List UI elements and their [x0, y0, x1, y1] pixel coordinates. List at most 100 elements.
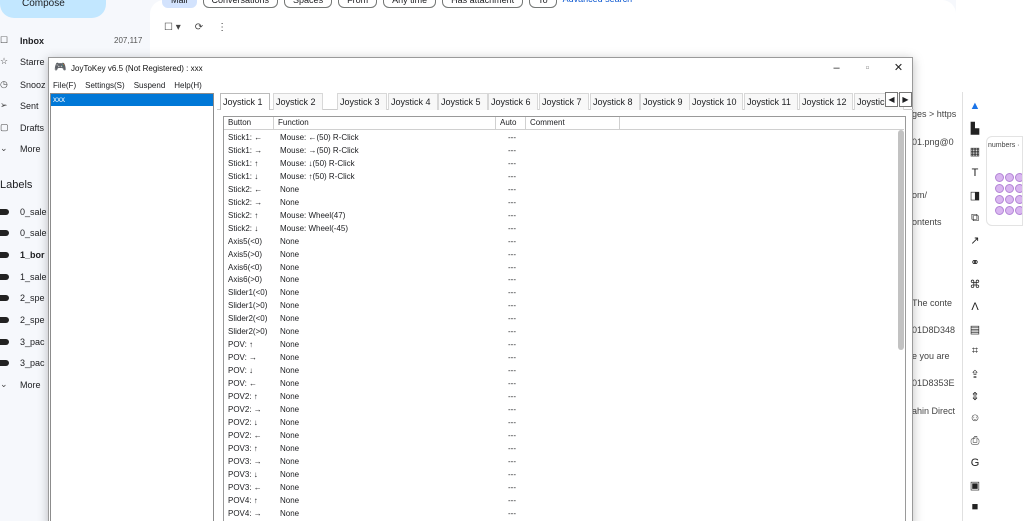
- email-snippet[interactable]: ontents: [912, 217, 956, 227]
- email-snippet[interactable]: The conte: [912, 298, 956, 308]
- table-row[interactable]: POV4: ↑ None ---: [224, 494, 896, 507]
- frame-icon[interactable]: ⌗: [963, 345, 987, 363]
- tab-joystick-4[interactable]: Joystick 4: [388, 93, 438, 110]
- column-header[interactable]: Comment: [526, 117, 620, 130]
- table-row[interactable]: POV2: → None ---: [224, 403, 896, 416]
- stamp-icon[interactable]: ⎙: [963, 435, 987, 453]
- table-row[interactable]: Slider1(<0) None ---: [224, 286, 896, 299]
- compose-button[interactable]: Compose: [0, 0, 106, 18]
- google-icon[interactable]: G: [963, 457, 987, 475]
- table-row[interactable]: Stick2: → None ---: [224, 196, 896, 209]
- table-row[interactable]: Axis6(<0) None ---: [224, 261, 896, 274]
- tab-joystick-5[interactable]: Joystick 5: [438, 93, 488, 110]
- tab-scroll-right-icon[interactable]: ▶: [899, 92, 912, 107]
- sidebar-item-inbox[interactable]: ☐ Inbox 207,117: [0, 31, 150, 50]
- profile-item[interactable]: xxx: [51, 94, 213, 106]
- vertical-scrollbar[interactable]: [898, 130, 904, 350]
- more-options-icon[interactable]: ⋮: [217, 22, 227, 33]
- tab-joystick-6[interactable]: Joystick 6: [488, 93, 538, 110]
- table-row[interactable]: Stick1: ← Mouse: ←(50) R-Click ---: [224, 131, 896, 144]
- column-header[interactable]: Function: [274, 117, 496, 130]
- email-snippet[interactable]: e you are: [912, 351, 956, 361]
- minimize-icon[interactable]: –: [821, 58, 852, 78]
- mindmap-icon[interactable]: ⌘: [963, 278, 987, 296]
- email-snippet[interactable]: ges > https: [912, 109, 956, 119]
- button-assignment-table[interactable]: Button Function Auto Comment Stick1: ← Mo…: [223, 116, 906, 521]
- filter-chip[interactable]: To: [529, 0, 557, 8]
- upload-icon[interactable]: ⇪: [963, 368, 987, 386]
- table-row[interactable]: Slider1(>0) None ---: [224, 299, 896, 312]
- table-row[interactable]: POV: ↑ None ---: [224, 338, 896, 351]
- table-row[interactable]: POV3: ← None ---: [224, 481, 896, 494]
- column-header[interactable]: Auto: [496, 117, 526, 130]
- comment-icon[interactable]: ▤: [963, 323, 987, 341]
- advanced-search-link[interactable]: Advanced search: [563, 0, 633, 8]
- table-row[interactable]: POV2: ↑ None ---: [224, 390, 896, 403]
- menu-suspend[interactable]: Suspend: [134, 81, 166, 90]
- email-snippet[interactable]: om/: [912, 190, 956, 200]
- sticky-note-icon[interactable]: ◨: [963, 189, 987, 207]
- table-row[interactable]: Slider2(>0) None ---: [224, 325, 896, 338]
- maximize-icon[interactable]: ▫: [852, 58, 883, 78]
- emoji-icon[interactable]: ☺: [963, 412, 987, 430]
- tab-joystick-1[interactable]: Joystick 1: [220, 93, 270, 110]
- table-row[interactable]: POV: → None ---: [224, 351, 896, 364]
- table-row[interactable]: Stick1: ↑ Mouse: ↓(50) R-Click ---: [224, 157, 896, 170]
- tab-joystick-7[interactable]: Joystick 7: [539, 93, 589, 110]
- layout-icon[interactable]: ▦: [963, 145, 987, 163]
- table-row[interactable]: POV3: ↑ None ---: [224, 442, 896, 455]
- table-row[interactable]: Stick2: ← None ---: [224, 183, 896, 196]
- tab-joystick-2[interactable]: Joystick 2: [273, 93, 323, 110]
- filter-chip[interactable]: Has attachment: [442, 0, 524, 8]
- table-row[interactable]: POV3: ↓ None ---: [224, 468, 896, 481]
- title-bar[interactable]: 🎮 JoyToKey v6.5 (Not Registered) : xxx: [49, 58, 912, 78]
- tab-scroll-left-icon[interactable]: ◀: [885, 92, 898, 107]
- filter-chip[interactable]: Conversations: [202, 0, 279, 8]
- select-all-checkbox[interactable]: ☐ ▾: [164, 22, 181, 33]
- menu-filef[interactable]: File(F): [53, 81, 76, 90]
- refresh-icon[interactable]: ⟳: [195, 22, 203, 33]
- tab-joystick-11[interactable]: Joystick 11: [744, 93, 798, 110]
- table-row[interactable]: Stick1: ↓ Mouse: ↑(50) R-Click ---: [224, 170, 896, 183]
- connector-icon[interactable]: ⚭: [963, 256, 987, 274]
- email-snippet[interactable]: ahin Direct: [912, 406, 956, 416]
- table-row[interactable]: POV: ↓ None ---: [224, 364, 896, 377]
- shapes-icon[interactable]: ⧉: [963, 212, 987, 230]
- image-icon[interactable]: ▣: [963, 479, 987, 497]
- email-snippet[interactable]: 01D8353E: [912, 378, 956, 388]
- table-row[interactable]: Stick1: → Mouse: →(50) R-Click ---: [224, 144, 896, 157]
- close-icon[interactable]: ✕: [883, 58, 914, 78]
- table-row[interactable]: Stick2: ↑ Mouse: Wheel(47) ---: [224, 209, 896, 222]
- numbers-card[interactable]: numbers ·: [986, 136, 1023, 226]
- arrow-icon[interactable]: ↗: [963, 234, 987, 252]
- filter-chip[interactable]: From: [338, 0, 378, 8]
- menu-settingss[interactable]: Settings(S): [85, 81, 125, 90]
- table-row[interactable]: Axis5(<0) None ---: [224, 235, 896, 248]
- table-row[interactable]: POV2: ↓ None ---: [224, 416, 896, 429]
- collapse-icon[interactable]: ⇕: [963, 390, 987, 408]
- table-row[interactable]: Axis6(>0) None ---: [224, 273, 896, 286]
- plus-icon[interactable]: ■: [963, 501, 987, 519]
- pen-icon[interactable]: Λ: [963, 301, 987, 319]
- filter-chip[interactable]: Mail: [162, 0, 197, 8]
- text-icon[interactable]: T: [963, 167, 987, 185]
- table-row[interactable]: POV4: → None ---: [224, 507, 896, 520]
- profile-list[interactable]: xxx: [50, 93, 214, 521]
- highlighter-icon[interactable]: ▙: [963, 122, 987, 140]
- column-header[interactable]: Button: [224, 117, 274, 130]
- tab-joystick-9[interactable]: Joystick 9: [640, 93, 690, 110]
- email-snippet[interactable]: 01D8D348: [912, 325, 956, 335]
- table-row[interactable]: Stick2: ↓ Mouse: Wheel(-45) ---: [224, 222, 896, 235]
- table-row[interactable]: POV2: ← None ---: [224, 429, 896, 442]
- table-row[interactable]: Slider2(<0) None ---: [224, 312, 896, 325]
- tab-joystick-8[interactable]: Joystick 8: [590, 93, 640, 110]
- table-row[interactable]: POV3: → None ---: [224, 455, 896, 468]
- filter-chip[interactable]: Any time: [383, 0, 437, 8]
- tab-joystick-10[interactable]: Joystick 10: [689, 93, 743, 110]
- pointer-icon[interactable]: ▲: [963, 100, 987, 118]
- tab-joystick-3[interactable]: Joystick 3: [337, 93, 387, 110]
- table-row[interactable]: Axis5(>0) None ---: [224, 248, 896, 261]
- table-row[interactable]: POV: ← None ---: [224, 377, 896, 390]
- email-snippet[interactable]: 01.png@0: [912, 137, 956, 147]
- filter-chip[interactable]: Spaces: [284, 0, 333, 8]
